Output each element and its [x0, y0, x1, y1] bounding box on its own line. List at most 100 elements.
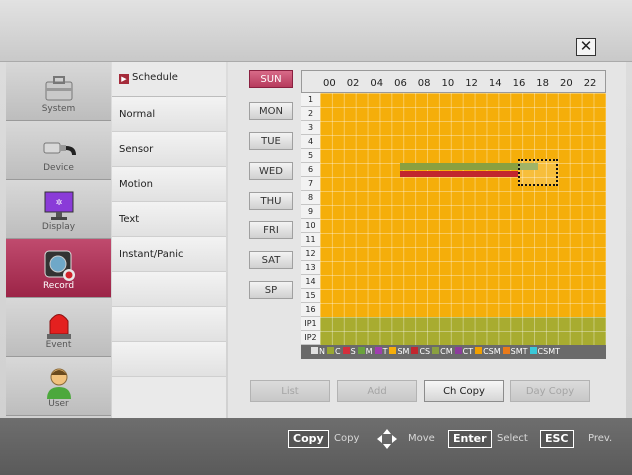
- submenu-label: Motion: [119, 179, 153, 190]
- day-button-thu[interactable]: THU: [249, 192, 293, 210]
- day-button-tue[interactable]: TUE: [249, 132, 293, 150]
- submenu-sensor[interactable]: Sensor: [112, 132, 226, 167]
- legend-swatch: [454, 347, 462, 354]
- legend-swatch: [311, 347, 318, 354]
- schedule-grid[interactable]: 00 02 04 06 08 10 12 14 16 18 20 22 N C S M T SM CS CM CT CS…: [301, 70, 606, 362]
- select-hint: Select: [497, 433, 528, 444]
- hour-tick-label: 04: [370, 78, 384, 89]
- channel-row-label: 3: [301, 121, 320, 135]
- monitor-icon: ✲: [44, 191, 74, 220]
- prev-hint: Prev.: [588, 433, 613, 444]
- hour-tick-label: 08: [417, 78, 431, 89]
- legend-swatch: [342, 347, 350, 354]
- submenu-empty: [112, 272, 226, 307]
- nav-label: Display: [41, 222, 76, 232]
- submenu-text[interactable]: Text: [112, 202, 226, 237]
- legend-swatch: [502, 347, 510, 354]
- selection-cursor[interactable]: [518, 159, 558, 186]
- day-button-mon[interactable]: MON: [249, 102, 293, 120]
- channel-row-label: 11: [301, 233, 320, 247]
- list-button[interactable]: List: [250, 380, 330, 402]
- toolbox-icon: [45, 76, 73, 101]
- hour-tick-label: 14: [488, 78, 502, 89]
- nav-device[interactable]: Device: [6, 121, 111, 180]
- channel-row-label: 13: [301, 261, 320, 275]
- submenu-label: Sensor: [119, 144, 154, 155]
- channel-row-label: 15: [301, 289, 320, 303]
- legend-swatch: [357, 347, 365, 354]
- day-button-fri[interactable]: FRI: [249, 221, 293, 239]
- nav-event[interactable]: Event: [6, 298, 111, 357]
- day-button-wed[interactable]: WED: [249, 162, 293, 180]
- channel-row-label: 16: [301, 303, 320, 317]
- record-schedule-window: ✕ System Device ✲ Display Record Event U…: [0, 0, 632, 475]
- legend-label: CM: [440, 347, 453, 356]
- channel-row-label: 1: [301, 93, 320, 107]
- legend-label: SM: [397, 347, 410, 356]
- submenu-label: Normal: [119, 109, 156, 120]
- submenu-normal[interactable]: Normal: [112, 97, 226, 132]
- nav-display[interactable]: ✲ Display: [6, 180, 111, 239]
- hour-tick-label: 00: [323, 78, 336, 89]
- record-submenu: ▶ Schedule Normal Sensor Motion Text Inst…: [112, 62, 226, 418]
- legend-swatch: [475, 347, 483, 354]
- ch-copy-button[interactable]: Ch Copy: [424, 380, 504, 402]
- channel-row-label: 8: [301, 191, 320, 205]
- legend-swatch: [389, 347, 397, 354]
- nav-record[interactable]: Record: [6, 239, 111, 298]
- channel-row-label: 14: [301, 275, 320, 289]
- ip-schedule-cells[interactable]: [320, 317, 606, 345]
- play-icon: ▶: [119, 74, 129, 84]
- enter-key: Enter: [448, 430, 492, 448]
- legend-label: CT: [462, 347, 474, 356]
- schedule-segment-cs[interactable]: [400, 171, 518, 177]
- copy-hint: Copy: [334, 433, 360, 444]
- submenu-motion[interactable]: Motion: [112, 167, 226, 202]
- legend-label: CSM: [483, 347, 501, 356]
- legend-label: T: [382, 347, 388, 356]
- camera-schedule-cells[interactable]: [320, 93, 606, 317]
- channel-row-label: 2: [301, 107, 320, 121]
- main-nav: System Device ✲ Display Record Event Use…: [6, 62, 111, 418]
- legend-swatch: [529, 347, 537, 354]
- channel-row-label: 6: [301, 163, 320, 177]
- nav-system[interactable]: System: [6, 62, 111, 121]
- legend-label: CS: [419, 347, 431, 356]
- day-button-sp[interactable]: SP: [249, 281, 293, 299]
- move-arrows-icon: [377, 429, 397, 449]
- day-button-sat[interactable]: SAT: [249, 251, 293, 269]
- hour-tick-label: 18: [536, 78, 550, 89]
- day-button-sun[interactable]: SUN: [249, 70, 293, 88]
- close-button[interactable]: ✕: [576, 38, 596, 56]
- copy-key: Copy: [288, 430, 329, 448]
- nav-label: Event: [45, 340, 72, 350]
- channel-row-label: 4: [301, 135, 320, 149]
- legend-swatch: [411, 347, 419, 354]
- nav-label: System: [41, 104, 76, 114]
- submenu-instant-panic[interactable]: Instant/Panic: [112, 237, 226, 272]
- channel-row-label: 7: [301, 177, 320, 191]
- legend-label: S: [350, 347, 356, 356]
- legend-label: C: [334, 347, 341, 356]
- submenu-empty: [112, 307, 226, 342]
- add-button[interactable]: Add: [337, 380, 417, 402]
- legend-label: N: [319, 347, 325, 356]
- day-copy-button[interactable]: Day Copy: [510, 380, 590, 402]
- legend-swatch: [374, 347, 382, 354]
- hour-tick-label: 20: [560, 78, 573, 89]
- title-bar: ✕: [0, 0, 632, 62]
- nav-user[interactable]: User: [6, 357, 111, 416]
- submenu-schedule[interactable]: ▶ Schedule: [112, 62, 226, 97]
- hour-tick-label: 12: [465, 78, 478, 89]
- nav-label: Device: [43, 163, 74, 173]
- nav-label: User: [48, 399, 69, 409]
- channel-row-label: IP1: [301, 317, 320, 331]
- legend-label: SMT: [510, 347, 528, 356]
- user-icon: [47, 368, 71, 399]
- mode-legend: N C S M T SM CS CM CT CSM SMT CSMT: [301, 345, 606, 359]
- plug-icon: [43, 142, 76, 156]
- hour-tick-label: 22: [583, 78, 597, 89]
- legend-label: M: [365, 347, 373, 356]
- svg-text:✲: ✲: [56, 198, 63, 207]
- hour-tick-label: 10: [441, 78, 455, 89]
